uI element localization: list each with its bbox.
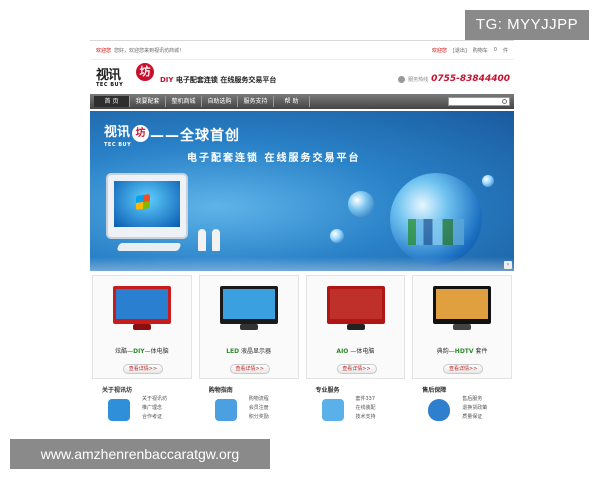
info-column-service: 专业服务 套件337 在线装配 技术支持 bbox=[306, 385, 406, 433]
info-link[interactable]: 会员注册 bbox=[249, 404, 269, 413]
banner-logo: 视讯坊 TEC BUY bbox=[104, 121, 150, 148]
product-card[interactable]: LED 液晶显示器 查看详情>> bbox=[198, 275, 299, 379]
logout-link[interactable]: [退出] bbox=[453, 47, 467, 54]
info-link[interactable]: 在线装配 bbox=[356, 404, 376, 413]
info-link[interactable]: 合作考证 bbox=[142, 413, 167, 422]
website-frame: 欢迎您 您好，欢迎您来到视讯坊商城！ 欢迎您 [退出] 购物车 0 件 视讯 坊… bbox=[90, 40, 514, 440]
chevron-right-icon[interactable]: › bbox=[504, 261, 512, 269]
hotline-label: 服务热线 bbox=[408, 76, 429, 83]
header-slogan: DIY 电子配套连锁 在线服务交易平台 bbox=[160, 75, 276, 85]
logo-badge: 坊 bbox=[136, 63, 154, 81]
nav-item-home[interactable]: 首 页 bbox=[94, 96, 130, 107]
product-image bbox=[427, 286, 497, 336]
globe-city-image bbox=[390, 173, 482, 265]
main-nav: 首 页 我要配套 整机商城 自助选购 服务支持 帮 助 bbox=[90, 94, 514, 109]
info-heading: 专业服务 bbox=[315, 387, 340, 394]
nav-item-self-select[interactable]: 自助选购 bbox=[202, 96, 238, 107]
info-link[interactable]: 套件337 bbox=[356, 395, 376, 404]
product-card[interactable]: 典韵—HDTV 套件 查看详情>> bbox=[412, 275, 512, 379]
city-skyline bbox=[408, 219, 464, 245]
watermark-url-banner: www.amzhenrenbaccaratgw.org bbox=[10, 439, 270, 469]
monitor-bezel bbox=[113, 286, 171, 324]
info-link[interactable]: 质量保证 bbox=[462, 413, 487, 422]
banner-floor-shine bbox=[90, 257, 514, 271]
windows-logo-icon bbox=[136, 194, 150, 210]
greeting-name: 欢迎您 bbox=[96, 47, 112, 54]
product-card[interactable]: AIO —体电脑 查看详情>> bbox=[305, 275, 406, 379]
info-link[interactable]: 积分奖励 bbox=[249, 413, 269, 422]
view-details-button[interactable]: 查看详情>> bbox=[229, 364, 270, 374]
top-bar: 欢迎您 您好，欢迎您来到视讯坊商城！ 欢迎您 [退出] 购物车 0 件 bbox=[90, 40, 514, 60]
nav-item-support[interactable]: 服务支持 bbox=[238, 96, 274, 107]
greeting: 欢迎您 您好，欢迎您来到视讯坊商城！ bbox=[96, 47, 432, 54]
info-link[interactable]: 推广理念 bbox=[142, 404, 167, 413]
info-link[interactable]: 售后服务 bbox=[462, 395, 487, 404]
24h-service-icon bbox=[321, 399, 344, 421]
info-section: 关于视讯坊 关于视讯坊 推广理念 合作考证 购物指南 购物流程 会员注册 积分奖… bbox=[90, 379, 514, 433]
info-links: 关于视讯坊 推广理念 合作考证 bbox=[142, 395, 167, 422]
info-heading: 售后保障 bbox=[422, 387, 447, 394]
view-details-button[interactable]: 查看详情>> bbox=[123, 364, 163, 374]
info-links: 售后服务 退换货政策 质量保证 bbox=[462, 395, 487, 422]
search-icon[interactable] bbox=[502, 99, 507, 104]
handshake-figures-image bbox=[198, 229, 224, 253]
info-links: 购物流程 会员注册 积分奖励 bbox=[249, 395, 269, 422]
all-in-one-pc-image bbox=[106, 173, 188, 239]
brand-badge-icon bbox=[108, 399, 130, 421]
hero-banner[interactable]: 视讯坊 TEC BUY ——全球首创 电子配套连锁 在线服务交易平台 › bbox=[90, 111, 514, 271]
user-link[interactable]: 欢迎您 bbox=[432, 47, 447, 54]
cart-unit: 件 bbox=[502, 47, 508, 54]
slogan-text: 电子配套连锁 在线服务交易平台 bbox=[175, 76, 277, 84]
product-image bbox=[107, 286, 177, 336]
account-links: 欢迎您 [退出] 购物车 0 件 bbox=[432, 47, 508, 54]
cart-count: 0 bbox=[493, 47, 497, 53]
cart-link[interactable]: 购物车 bbox=[473, 47, 488, 54]
info-link[interactable]: 退换货政策 bbox=[462, 404, 487, 413]
slogan-diy: DIY bbox=[160, 76, 174, 84]
info-heading: 购物指南 bbox=[208, 387, 233, 394]
product-image bbox=[321, 286, 391, 336]
greeting-text: 您好，欢迎您来到视讯坊商城！ bbox=[114, 47, 185, 54]
info-link[interactable]: 关于视讯坊 bbox=[142, 395, 167, 404]
info-links: 套件337 在线装配 技术支持 bbox=[356, 395, 376, 422]
hotline-number: 0755-83844400 bbox=[431, 74, 510, 84]
bubble-decoration bbox=[330, 229, 344, 243]
banner-headline: ——全球首创 bbox=[150, 128, 240, 144]
product-grid: 炫酷—DIY—体电脑 查看详情>> LED 液晶显示器 查看详情>> AIO —… bbox=[90, 271, 514, 379]
product-title[interactable]: LED 液晶显示器 bbox=[200, 346, 298, 355]
logo-en: TEC BUY bbox=[96, 82, 124, 88]
search-input[interactable] bbox=[448, 97, 510, 106]
product-image bbox=[214, 286, 284, 336]
product-card[interactable]: 炫酷—DIY—体电脑 查看详情>> bbox=[92, 275, 192, 379]
view-details-button[interactable]: 查看详情>> bbox=[443, 364, 484, 374]
info-link[interactable]: 技术支持 bbox=[356, 413, 376, 422]
banner-subline: 电子配套连锁 在线服务交易平台 bbox=[187, 153, 361, 164]
info-heading: 关于视讯坊 bbox=[102, 387, 133, 394]
keyboard-image bbox=[116, 243, 182, 251]
nav-item-store[interactable]: 整机商城 bbox=[166, 96, 202, 107]
product-title[interactable]: 炫酷—DIY—体电脑 bbox=[93, 346, 191, 355]
shield-icon bbox=[428, 399, 451, 421]
banner-logo-en: TEC BUY bbox=[104, 142, 132, 148]
banner-logo-badge: 坊 bbox=[132, 125, 150, 142]
shopping-cart-icon bbox=[214, 399, 237, 421]
view-details-button[interactable]: 查看详情>> bbox=[336, 364, 377, 374]
product-title[interactable]: AIO —体电脑 bbox=[307, 346, 405, 355]
hotline: 服务热线 0755-83844400 bbox=[398, 74, 510, 84]
tg-code-badge: TG: MYYJJPP bbox=[465, 10, 589, 40]
site-header: 视讯 坊 TEC BUY DIY 电子配套连锁 在线服务交易平台 服务热线 07… bbox=[90, 60, 514, 94]
nav-item-configure[interactable]: 我要配套 bbox=[130, 96, 166, 107]
info-column-warranty: 售后保障 售后服务 退换货政策 质量保证 bbox=[412, 385, 512, 433]
phone-icon bbox=[398, 75, 406, 83]
banner-logo-cn: 视讯 bbox=[104, 125, 131, 140]
logo-cn: 视讯 bbox=[96, 68, 121, 83]
product-title[interactable]: 典韵—HDTV 套件 bbox=[413, 346, 511, 355]
site-logo[interactable]: 视讯 坊 TEC BUY bbox=[94, 62, 156, 92]
nav-item-help[interactable]: 帮 助 bbox=[274, 96, 310, 107]
bubble-decoration bbox=[482, 175, 494, 187]
info-link[interactable]: 购物流程 bbox=[249, 395, 269, 404]
bubble-decoration bbox=[348, 191, 374, 217]
info-column-guide: 购物指南 购物流程 会员注册 积分奖励 bbox=[199, 385, 299, 433]
info-column-about: 关于视讯坊 关于视讯坊 推广理念 合作考证 bbox=[92, 385, 192, 433]
